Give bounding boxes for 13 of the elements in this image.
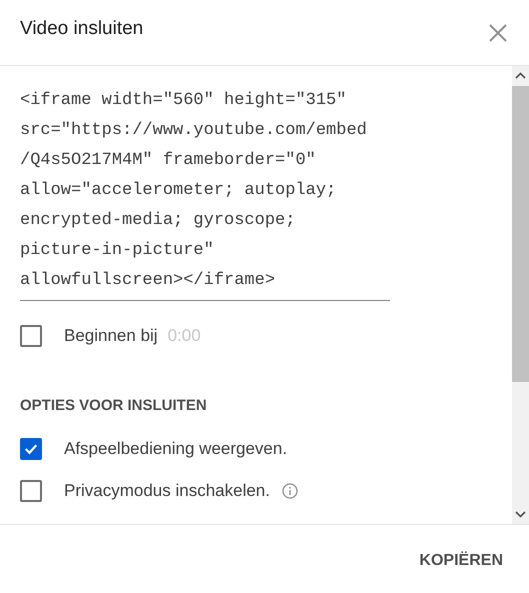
- option-label: Privacymodus inschakelen.: [64, 481, 270, 501]
- checkbox[interactable]: [20, 480, 42, 502]
- close-icon[interactable]: [489, 24, 507, 42]
- scrollbar[interactable]: [512, 66, 529, 524]
- copy-button[interactable]: KOPIËREN: [419, 544, 503, 578]
- checkbox[interactable]: [20, 325, 42, 347]
- embed-code-field[interactable]: <iframe width="560" height="315" src="https://www.youtube.com/embed /Q4s5O217M4M" frameborder="0" allow="accelerometer; autoplay; encrypted-media; gyroscope; picture-in-picture" allowfullscreen></iframe>: [20, 86, 390, 301]
- dialog-title: Video insluiten: [20, 18, 144, 40]
- start-at-label: Beginnen bij: [64, 326, 158, 346]
- option-label: Afspeelbediening weergeven.: [64, 439, 288, 459]
- checkbox[interactable]: [20, 438, 42, 460]
- info-icon[interactable]: [282, 483, 298, 499]
- section-heading: OPTIES VOOR INSLUITEN: [20, 397, 208, 414]
